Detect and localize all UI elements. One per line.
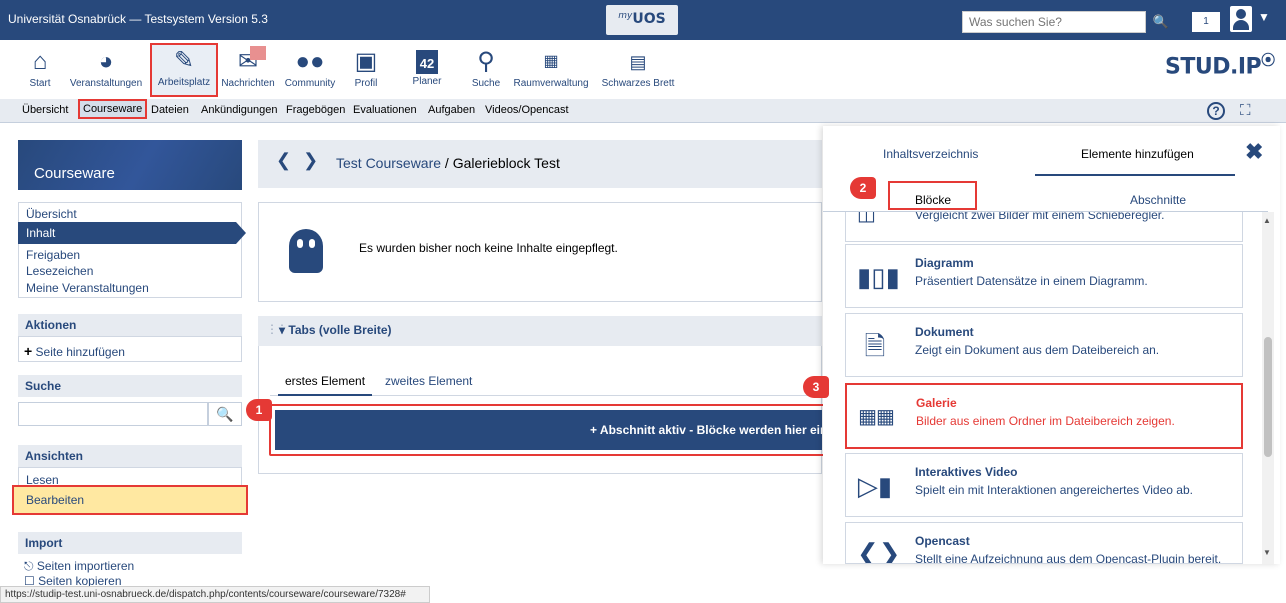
view-lesen[interactable]: Lesen — [26, 473, 59, 487]
fullscreen-icon[interactable]: ⛶ — [1240, 102, 1258, 120]
opencast-icon: ❮❯ — [857, 538, 901, 564]
sidebar-import-title: Import — [18, 532, 242, 554]
subnav-uebersicht[interactable]: Übersicht — [22, 104, 68, 116]
nav-veranstaltungen[interactable]: ◕ Veranstaltungen — [58, 46, 154, 92]
breadcrumb-parent[interactable]: Test Courseware — [336, 155, 441, 171]
notification-counter[interactable]: 1 — [1192, 12, 1220, 32]
nav-schwarzes-brett[interactable]: ▤ Schwarzes Brett — [592, 46, 684, 92]
search-icon: ⚲ — [477, 48, 495, 75]
chevron-down-icon: ▾ — [279, 323, 286, 337]
plus-icon: + — [24, 343, 33, 359]
sidebar-item-inhalt[interactable]: Inhalt — [18, 222, 246, 244]
nav-nachrichten[interactable]: ✉ Nachrichten — [216, 46, 280, 92]
block-item-interaktives-video[interactable]: ▷▮ Interaktives Video Spielt ein mit Int… — [845, 453, 1243, 517]
subnav-videos-opencast[interactable]: Videos/Opencast — [485, 104, 569, 116]
subnav-ankuendigungen[interactable]: Ankündigungen — [201, 104, 277, 116]
logo-mark-icon: ⦿ — [1261, 53, 1275, 69]
subnav-dateien[interactable]: Dateien — [151, 104, 189, 116]
import-icon: ⎋ — [24, 559, 34, 573]
breadcrumb: Test Courseware / Galerieblock Test — [336, 155, 560, 171]
breadcrumb-current: Galerieblock Test — [452, 155, 560, 171]
avatar[interactable] — [1230, 6, 1252, 32]
step-marker-3: 3 — [803, 376, 829, 398]
scroll-down-icon[interactable]: ▼ — [1263, 548, 1271, 557]
nav-planer[interactable]: 42 Planer — [406, 46, 448, 92]
myuos-logo[interactable]: myUOS — [606, 5, 678, 35]
subtab-abschnitte[interactable]: Abschnitte — [1130, 193, 1186, 207]
sidebar-actions-title: Aktionen — [18, 314, 242, 336]
search-icon[interactable]: 🔍 — [1149, 11, 1173, 33]
sub-navigation: Übersicht Courseware Dateien Ankündigung… — [0, 99, 1286, 123]
import-pages-button[interactable]: ⎋ Seiten importieren — [24, 559, 134, 574]
chevron-down-icon[interactable]: ▼ — [1258, 10, 1270, 24]
sidebar-search-title: Suche — [18, 375, 242, 397]
sidebar-item-uebersicht[interactable]: Übersicht — [26, 207, 77, 221]
block-item-opencast[interactable]: ❮❯ Opencast Stellt eine Aufzeichnung aus… — [845, 522, 1243, 564]
subnav-courseware[interactable]: Courseware — [77, 99, 148, 119]
board-icon: ▤ — [629, 52, 647, 72]
global-search-input[interactable] — [962, 11, 1146, 33]
document-icon: 🗎 — [864, 331, 886, 361]
block-item-galerie[interactable]: ▦▦ Galerie Bilder aus einem Ordner im Da… — [845, 383, 1243, 449]
courses-icon: ◕ — [98, 48, 114, 75]
block-item-partial[interactable]: ◫ Vergleicht zwei Bilder mit einem Schie… — [845, 212, 1243, 242]
tab-inhaltsverzeichnis[interactable]: Inhaltsverzeichnis — [883, 147, 978, 161]
chart-icon: ▮▯▮ — [857, 262, 900, 292]
nav-start[interactable]: ⌂ Start — [18, 46, 62, 92]
subnav-evaluationen[interactable]: Evaluationen — [353, 104, 417, 116]
block-item-diagramm[interactable]: ▮▯▮ Diagramm Präsentiert Datensätze in e… — [845, 244, 1243, 308]
sidebar-item-lesezeichen[interactable]: Lesezeichen — [26, 264, 93, 278]
new-message-badge — [250, 46, 266, 60]
tab-first-element[interactable]: erstes Element — [285, 374, 365, 388]
view-bearbeiten[interactable]: Bearbeiten — [12, 485, 248, 515]
tab-second-element[interactable]: zweites Element — [385, 374, 472, 388]
community-icon: ●● — [295, 48, 325, 75]
calendar-icon: 42 — [416, 50, 438, 74]
tab-elemente-hinzufuegen[interactable]: Elemente hinzufügen — [1081, 147, 1194, 161]
top-bar: Universität Osnabrück — Testsystem Versi… — [0, 0, 1286, 40]
studip-logo[interactable]: STUD.IP⦿ — [1165, 50, 1275, 79]
add-page-button[interactable]: + Seite hinzufügen — [24, 343, 125, 359]
image-compare-icon: ◫ — [857, 212, 876, 225]
scroll-up-icon[interactable]: ▲ — [1263, 216, 1271, 225]
close-icon[interactable]: ✖ — [1245, 139, 1263, 165]
nav-profil[interactable]: ▣ Profil — [346, 46, 386, 92]
panel-scrollbar-thumb[interactable] — [1264, 337, 1272, 457]
workplace-icon: ✎ — [173, 47, 195, 74]
chevron-left-icon[interactable]: ❮ — [276, 150, 303, 170]
help-icon[interactable]: ? — [1207, 102, 1225, 120]
gallery-icon: ▦▦ — [858, 406, 895, 428]
nav-raumverwaltung[interactable]: ▦ Raumverwaltung — [508, 46, 594, 92]
block-item-dokument[interactable]: 🗎 Dokument Zeigt ein Dokument aus dem Da… — [845, 313, 1243, 377]
sidebar-views-title: Ansichten — [18, 445, 242, 467]
step-marker-1: 1 — [246, 399, 272, 421]
rooms-icon: ▦ — [543, 53, 559, 70]
sidebar-search-input[interactable] — [18, 402, 208, 426]
sidebar-header: Courseware — [18, 140, 242, 190]
browser-status-bar: https://studip-test.uni-osnabrueck.de/di… — [0, 586, 430, 603]
nav-community[interactable]: ●● Community — [278, 46, 342, 92]
step-marker-2: 2 — [850, 177, 876, 199]
nav-arbeitsplatz[interactable]: ✎ Arbeitsplatz — [150, 43, 218, 97]
subtab-bloecke[interactable]: Blöcke — [915, 193, 951, 207]
courseware-mascot-icon — [289, 229, 323, 273]
tabs-container-title[interactable]: ▾ Tabs (volle Breite) — [279, 323, 392, 337]
tab-active-indicator — [278, 394, 372, 396]
subnav-frageboegen[interactable]: Fragebögen — [286, 104, 345, 116]
nav-suche[interactable]: ⚲ Suche — [466, 46, 506, 92]
panel-tab-indicator — [1035, 174, 1235, 176]
empty-message: Es wurden bisher noch keine Inhalte eing… — [359, 241, 618, 255]
main-navigation: ⌂ Start ◕ Veranstaltungen ✎ Arbeitsplatz… — [0, 40, 1286, 97]
home-icon: ⌂ — [32, 48, 48, 75]
subnav-aufgaben[interactable]: Aufgaben — [428, 104, 475, 116]
profile-icon: ▣ — [354, 48, 378, 75]
chevron-right-icon[interactable]: ❯ — [303, 150, 330, 170]
highlight-frame-section — [269, 404, 825, 456]
sidebar-item-freigaben[interactable]: Freigaben — [26, 248, 80, 262]
video-icon: ▷▮ — [857, 471, 893, 501]
search-icon[interactable]: 🔍 — [208, 402, 242, 426]
system-title: Universität Osnabrück — Testsystem Versi… — [8, 12, 268, 26]
sidebar-item-meine-veranstaltungen[interactable]: Meine Veranstaltungen — [26, 281, 149, 295]
